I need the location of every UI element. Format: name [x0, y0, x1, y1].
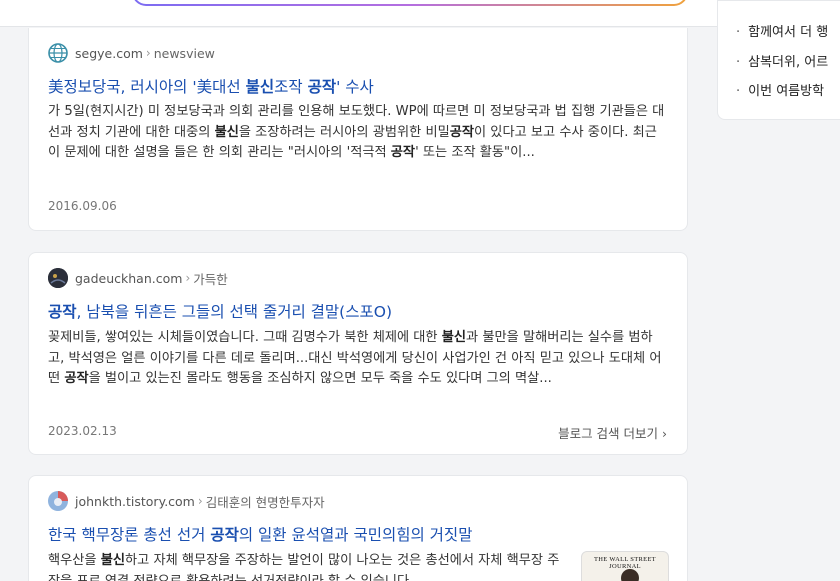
result-date: 2016.09.06: [48, 199, 117, 213]
highlighted-keyword: 불신: [441, 330, 467, 345]
result-card: gadeuckhan.com › 가득한 공작, 남북을 뒤흔든 그들의 선택 …: [28, 252, 688, 455]
highlighted-keyword: 공작: [48, 303, 77, 321]
text-segment: 조작: [274, 78, 308, 96]
result-description: 가 5일(현지시간) 미 정보당국과 의회 관리를 인용해 보도했다. WP에 …: [48, 102, 666, 164]
top-bar: [0, 0, 840, 27]
person-photo-icon: [621, 569, 639, 581]
text-segment: 핵우산을: [48, 553, 101, 568]
result-path: 가득한: [193, 271, 228, 287]
text-segment: 한국 핵무장론 총선 선거: [48, 526, 211, 544]
result-domain: gadeuckhan.com: [75, 270, 183, 286]
chevron-right-icon: ›: [145, 46, 151, 60]
result-title[interactable]: 한국 핵무장론 총선 선거 공작의 일환 윤석열과 국민의힘의 거짓말: [48, 523, 472, 545]
result-card: segye.com › newsview 美정보당국, 러시아의 '美대선 불신…: [28, 28, 688, 231]
text-segment: 꽂제비들, 쌓여있는 시체들이였습니다. 그때 김명수가 북한 체제에 대한: [48, 330, 442, 345]
chevron-right-icon: ›: [185, 271, 191, 285]
text-segment: ' 수사: [336, 78, 374, 96]
result-source[interactable]: johnkth.tistory.com › 김태훈의 현명한투자자: [48, 491, 325, 511]
result-card: johnkth.tistory.com › 김태훈의 현명한투자자 한국 핵무장…: [28, 475, 688, 581]
text-segment: , 남북을 뒤흔든 그들의 선택 줄거리 결말(스포O): [76, 303, 392, 321]
text-segment: ' 또는 조작 활동"이...: [415, 145, 535, 160]
highlighted-keyword: 공작: [64, 371, 89, 386]
result-thumbnail[interactable]: THE WALL STREET JOURNAL: [581, 551, 669, 581]
highlighted-keyword: 공작: [390, 145, 416, 160]
result-source[interactable]: segye.com › newsview: [48, 43, 215, 63]
dark-circle-avatar-icon: [48, 268, 68, 288]
search-box-bottom-edge[interactable]: [132, 0, 688, 6]
highlighted-keyword: 불신: [100, 553, 125, 568]
text-segment: 을 벌이고 있는진 몰라도 행동을 조심하지 않으면 모두 죽을 수도 있다며 …: [88, 371, 552, 386]
result-title[interactable]: 공작, 남북을 뒤흔든 그들의 선택 줄거리 결말(스포O): [48, 300, 392, 322]
chevron-right-icon: ›: [197, 494, 203, 508]
sidebar-item[interactable]: 삼복더위, 어르: [736, 51, 828, 70]
result-title[interactable]: 美정보당국, 러시아의 '美대선 불신조작 공작' 수사: [48, 75, 374, 97]
more-label: 블로그 검색 더보기: [558, 426, 659, 441]
sidebar-item[interactable]: 이번 여름방학: [736, 80, 824, 99]
text-segment: 美정보당국, 러시아의 '美대선: [48, 78, 246, 96]
result-path: 김태훈의 현명한투자자: [205, 494, 325, 510]
highlighted-keyword: 공작: [449, 124, 474, 140]
result-date: 2023.02.13: [48, 424, 117, 438]
text-segment: 을 조장하려는 러시아의 광범위한 비밀: [238, 124, 450, 140]
text-segment: 의 일환 윤석열과 국민의힘의 거짓말: [238, 526, 473, 544]
chevron-right-icon: ›: [662, 426, 667, 441]
result-description: 꽂제비들, 쌓여있는 시체들이였습니다. 그때 김명수가 북한 체제에 대한 불…: [48, 328, 666, 390]
highlighted-keyword: 불신: [245, 78, 275, 96]
highlighted-keyword: 불신: [214, 124, 239, 140]
highlighted-keyword: 공작: [307, 78, 337, 96]
result-source[interactable]: gadeuckhan.com › 가득한: [48, 268, 228, 288]
result-description: 핵우산을 불신하고 자체 핵무장을 주장하는 발언이 많이 나오는 것은 총선에…: [48, 551, 568, 581]
globe-icon: [48, 43, 68, 63]
blue-red-avatar-icon: [48, 491, 68, 511]
highlighted-keyword: 공작: [210, 526, 239, 544]
result-path: newsview: [153, 45, 215, 61]
result-domain: johnkth.tistory.com: [75, 493, 195, 509]
result-domain: segye.com: [75, 45, 143, 61]
sidebar-item[interactable]: 함께여서 더 행: [736, 21, 828, 40]
right-sidebar-panel: 함께여서 더 행 삼복더위, 어르 이번 여름방학: [717, 0, 840, 120]
text-segment: 하고 자체 핵무장을 주장하는 발언이 많이 나오는 것은 총선에서 자체 핵무…: [48, 553, 560, 581]
blog-search-more-link[interactable]: 블로그 검색 더보기 ›: [558, 423, 667, 442]
